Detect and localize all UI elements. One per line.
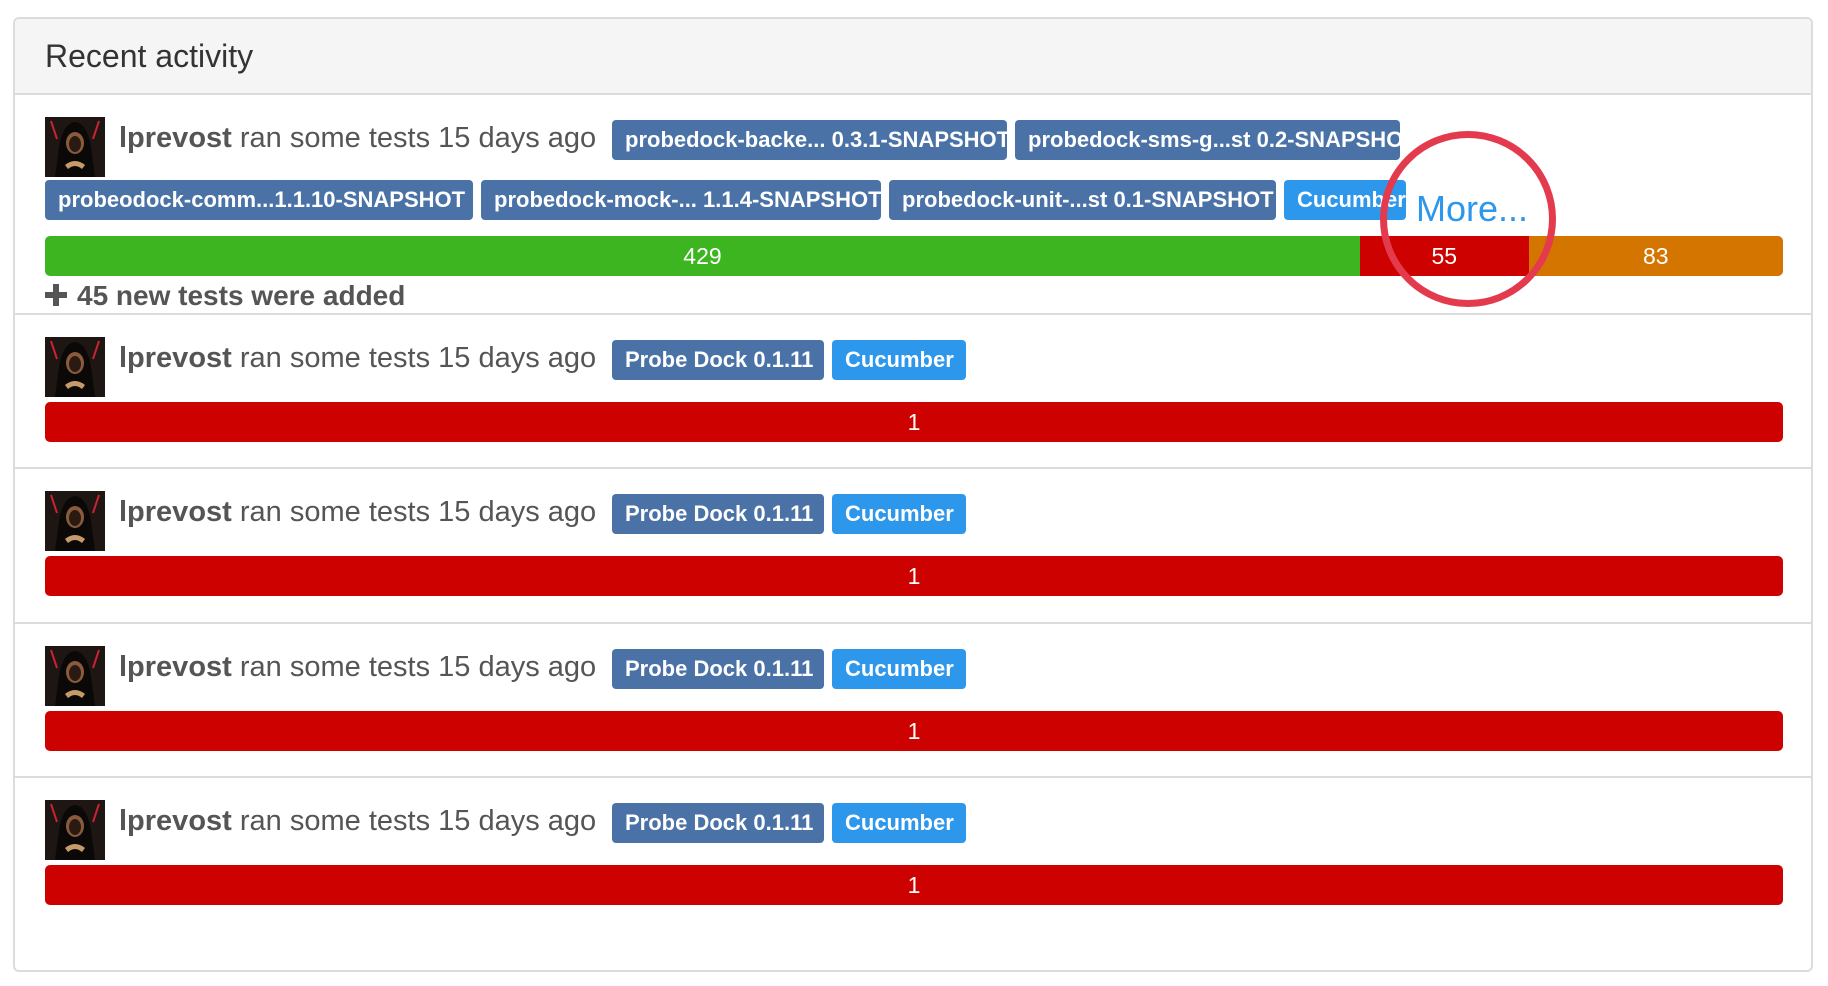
user-link[interactable]: lprevost [119,805,232,837]
activity-action-text: ran some tests 15 days ago [239,805,597,837]
hooded-figure-avatar-icon [45,800,105,860]
test-results-bar: 1 [45,556,1783,596]
user-link[interactable]: lprevost [119,651,232,683]
new-tests-added-text: 45 new tests were added [77,280,406,311]
tag-category[interactable]: Cucumber [1284,180,1406,220]
tag-version[interactable]: probeodock-comm...1.1.10-SNAPSHOT [45,180,473,220]
activity-headline: lprevost ran some tests 15 days ago [119,338,596,378]
tag-version[interactable]: Probe Dock 0.1.11 [612,494,824,534]
panel-heading: Recent activity [15,19,1811,95]
tag-version[interactable]: probedock-backe... 0.3.1-SNAPSHOT [612,120,1010,160]
activity-row: lprevost ran some tests 15 days ago Prob… [15,313,1811,467]
activity-row: lprevost ran some tests 15 days ago Prob… [15,776,1811,970]
tag-version[interactable]: Probe Dock 0.1.11 [612,803,824,843]
tag-version[interactable]: Probe Dock 0.1.11 [612,649,824,689]
activity-row: lprevost ran some tests 15 days ago prob… [15,95,1811,313]
tag-version[interactable]: probedock-unit-...st 0.1-SNAPSHOT [889,180,1276,220]
tag-version[interactable]: probedock-sms-g...st 0.2-SNAPSHOT [1015,120,1417,160]
hooded-figure-avatar-icon [45,491,105,551]
avatar[interactable] [45,800,105,860]
user-link[interactable]: lprevost [119,342,232,374]
test-results-bar: 429 55 83 [45,236,1783,276]
hooded-figure-avatar-icon [45,117,105,177]
activity-headline: lprevost ran some tests 15 days ago [119,118,596,158]
hooded-figure-avatar-icon [45,337,105,397]
failed-segment[interactable]: 1 [45,865,1783,905]
test-results-bar: 1 [45,402,1783,442]
failed-segment[interactable]: 1 [45,402,1783,442]
activity-row: lprevost ran some tests 15 days ago Prob… [15,467,1811,622]
new-tests-added: 45 new tests were added [45,280,405,312]
activity-headline: lprevost ran some tests 15 days ago [119,492,596,532]
panel-title: Recent activity [45,38,254,74]
avatar[interactable] [45,337,105,397]
more-tags-link[interactable]: More... [1416,188,1528,230]
tag-category[interactable]: Cucumber [832,803,966,843]
hooded-figure-avatar-icon [45,646,105,706]
activity-action-text: ran some tests 15 days ago [239,651,597,683]
test-results-bar: 1 [45,865,1783,905]
tag-category[interactable]: Cucumber [832,340,966,380]
avatar[interactable] [45,117,105,177]
test-results-bar: 1 [45,711,1783,751]
user-link[interactable]: lprevost [119,496,232,528]
activity-headline: lprevost ran some tests 15 days ago [119,801,596,841]
passed-segment[interactable]: 429 [45,236,1360,276]
activity-headline: lprevost ran some tests 15 days ago [119,647,596,687]
tag-version[interactable]: Probe Dock 0.1.11 [612,340,824,380]
tag-version[interactable]: probedock-mock-... 1.1.4-SNAPSHOT [481,180,882,220]
activity-action-text: ran some tests 15 days ago [239,496,597,528]
failed-segment[interactable]: 1 [45,711,1783,751]
plus-icon [45,284,67,306]
activity-row: lprevost ran some tests 15 days ago Prob… [15,622,1811,776]
activity-action-text: ran some tests 15 days ago [239,342,597,374]
tag-category[interactable]: Cucumber [832,494,966,534]
avatar[interactable] [45,646,105,706]
failed-segment[interactable]: 1 [45,556,1783,596]
avatar[interactable] [45,491,105,551]
recent-activity-panel: Recent activity lprevost ran some tests … [13,17,1813,972]
user-link[interactable]: lprevost [119,122,232,154]
activity-action-text: ran some tests 15 days ago [239,122,597,154]
tag-category[interactable]: Cucumber [832,649,966,689]
inactive-segment[interactable]: 83 [1528,236,1783,276]
failed-segment[interactable]: 55 [1359,236,1529,276]
